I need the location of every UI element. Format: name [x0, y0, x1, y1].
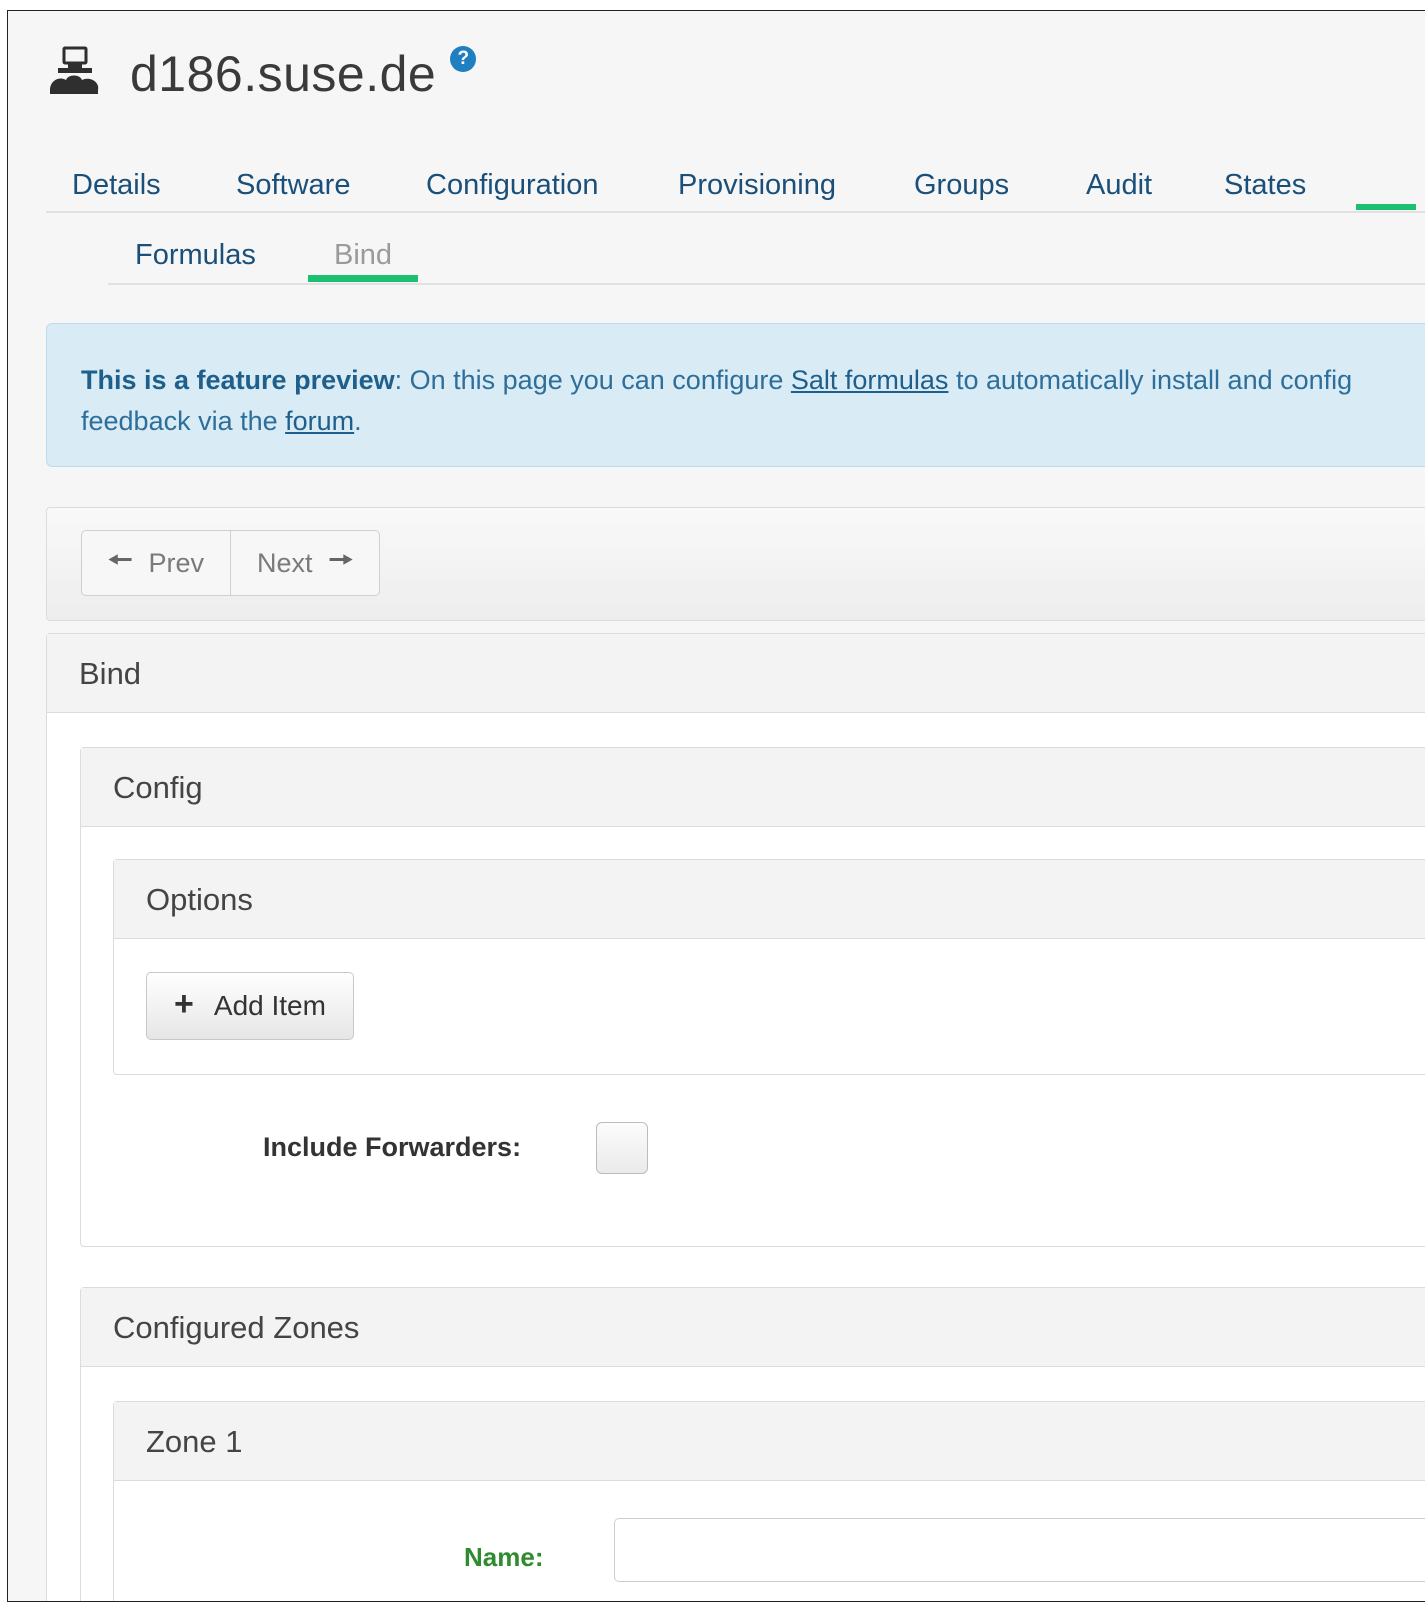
zones-panel-title: Configured Zones [113, 1310, 360, 1345]
sub-tabs: Formulas Bind [108, 233, 1425, 285]
add-item-label: Add Item [213, 990, 326, 1021]
alert-text-1: : On this page you can configure [394, 365, 791, 395]
add-item-button[interactable]: + Add Item [146, 972, 354, 1040]
subtab-bind[interactable]: Bind [334, 239, 392, 272]
include-forwarders-label: Include Forwarders: [263, 1132, 522, 1162]
arrow-right-icon: 🠖 [328, 544, 354, 575]
bottom-margin [0, 1602, 1425, 1624]
zone-1-panel-heading: Zone 1 [114, 1402, 1425, 1481]
pager-button-group: 🠔 Prev Next 🠖 [81, 530, 381, 596]
page-frame: d186.suse.de ? Details Software Configur… [7, 10, 1425, 1602]
include-forwarders-checkbox[interactable] [596, 1122, 648, 1174]
next-label: Next [257, 547, 313, 578]
tab-software[interactable]: Software [236, 169, 350, 202]
title-row: d186.suse.de ? [46, 39, 477, 109]
formula-pager-bar: 🠔 Prev Next 🠖 [46, 507, 1425, 621]
arrow-left-icon: 🠔 [108, 544, 133, 575]
zone-1-panel: Zone 1 Name: [113, 1401, 1425, 1601]
active-tab-indicator [1356, 204, 1416, 210]
config-panel-title: Config [113, 770, 203, 805]
prev-label: Prev [148, 547, 205, 578]
bind-panel-heading: Bind [47, 634, 1425, 713]
bind-panel-title: Bind [79, 656, 142, 691]
forum-link[interactable]: forum [285, 406, 354, 436]
alert-text-4: . [354, 406, 362, 436]
tab-configuration[interactable]: Configuration [426, 169, 599, 202]
alert-text-2: to automatically install and config [948, 365, 1353, 395]
options-panel-heading: Options [114, 860, 1425, 939]
alert-strong: This is a feature preview [81, 365, 395, 395]
zone-1-panel-title: Zone 1 [146, 1424, 243, 1459]
subtab-formulas[interactable]: Formulas [135, 239, 256, 272]
next-button[interactable]: Next 🠖 [230, 531, 379, 595]
prev-button[interactable]: 🠔 Prev [82, 531, 230, 595]
alert-text-3: feedback via the [81, 406, 286, 436]
options-panel-title: Options [146, 882, 253, 917]
alert-text: This is a feature preview: On this page … [81, 360, 1425, 442]
zone-name-input[interactable] [614, 1518, 1425, 1582]
active-subtab-indicator [308, 275, 418, 282]
tab-details[interactable]: Details [72, 169, 161, 202]
main-tabs: Details Software Configuration Provision… [46, 159, 1425, 213]
tab-audit[interactable]: Audit [1086, 169, 1152, 202]
zone-name-label: Name: [464, 1542, 544, 1572]
salt-formulas-link[interactable]: Salt formulas [791, 365, 949, 395]
options-panel: Options + Add Item [113, 859, 1425, 1075]
config-panel-heading: Config [81, 748, 1425, 827]
feature-preview-alert: This is a feature preview: On this page … [46, 323, 1425, 467]
server-salt-icon [50, 46, 99, 94]
tab-states[interactable]: States [1224, 169, 1306, 202]
help-icon[interactable]: ? [450, 46, 477, 72]
zones-panel-heading: Configured Zones [81, 1288, 1425, 1367]
tab-provisioning[interactable]: Provisioning [678, 169, 836, 202]
page-title: d186.suse.de [130, 46, 437, 102]
tab-groups[interactable]: Groups [914, 169, 1009, 202]
plus-icon: + [174, 985, 194, 1023]
